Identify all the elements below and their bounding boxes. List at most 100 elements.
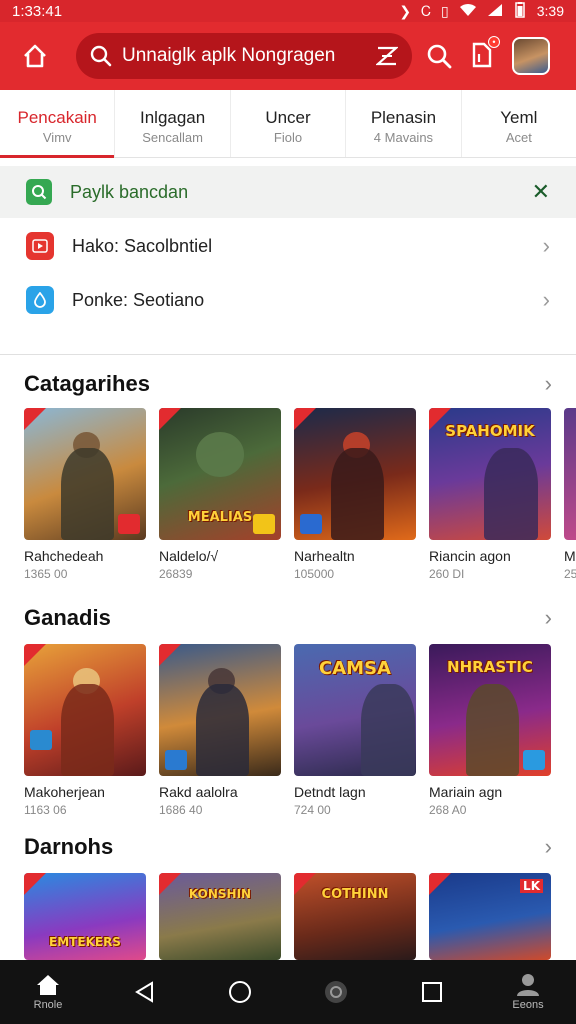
close-icon[interactable]: ✕ — [532, 179, 550, 205]
tab-sublabel: Vimv — [42, 130, 72, 145]
chevron-right-icon: › — [544, 605, 552, 630]
game-card[interactable]: KONSHIN — [159, 873, 281, 960]
assistant-icon — [325, 981, 347, 1003]
nav-back[interactable] — [114, 980, 174, 1004]
badge-mark — [523, 750, 545, 770]
game-count: 1163 06 — [24, 803, 67, 817]
chevron-right-icon: › — [544, 371, 552, 396]
back-triangle-icon — [135, 981, 153, 1003]
character-head — [195, 431, 245, 477]
tab-sublabel: Fiolo — [273, 130, 303, 145]
search-icon — [90, 45, 112, 67]
status-bar: 1:33:41 ❯ Ꮯ ▯ 3:39 — [0, 0, 576, 22]
character-figure — [60, 683, 115, 776]
battery-icon — [513, 1, 527, 21]
game-thumbnail: KONSHIN — [159, 873, 281, 960]
list-item-video[interactable]: Hako: Sacolbntiel › — [0, 219, 576, 273]
game-name: Naldelo/√ — [159, 548, 219, 564]
tab-pencakain[interactable]: Pencakain Vimv — [0, 90, 116, 158]
nav-recents[interactable] — [402, 980, 462, 1004]
game-logo: LK — [520, 879, 543, 893]
suggestion-banner[interactable]: Paylk bancdan ✕ — [0, 166, 576, 218]
list-item-drop[interactable]: Ponke: Seotiano › — [0, 273, 576, 327]
downloads-button[interactable]: • — [470, 35, 500, 73]
game-thumbnail: CAMSA — [294, 644, 416, 776]
section-title: Ganadis — [24, 605, 111, 630]
game-thumbnail — [564, 408, 576, 540]
tab-yeml[interactable]: Yeml Acet — [462, 90, 576, 157]
tab-sublabel: Acet — [505, 130, 532, 145]
status-time-right: 3:39 — [536, 3, 564, 19]
game-card[interactable]: MEALIAS Naldelo/√ 26839 — [159, 408, 281, 588]
tab-sublabel: Sencallam — [142, 130, 203, 145]
game-card[interactable]: COTHINN — [294, 873, 416, 960]
card-row-games: Makoherjean 1163 06 Rakd aalolra 1686 40… — [24, 644, 576, 824]
nav-profile[interactable]: Eeons — [498, 973, 558, 1011]
corner-ribbon — [159, 644, 181, 666]
game-card[interactable]: Narhealtn 105000 — [294, 408, 416, 588]
status-icons: ❯ Ꮯ ▯ 3:39 — [399, 1, 564, 21]
badge-mark — [165, 750, 187, 770]
list-item-label: Hako: Sacolbntiel — [72, 235, 213, 256]
category-tabs: Pencakain Vimv Inlgagan Sencallam Uncer … — [0, 90, 576, 158]
game-logo: NHRASTIC — [447, 658, 533, 676]
nav-home-label: Rnole — [33, 999, 63, 1011]
recents-square-icon — [422, 982, 442, 1002]
search-input[interactable]: Unnaiglk aplk Nongragen — [76, 33, 412, 79]
game-logo: KONSHIN — [188, 887, 252, 901]
bottom-navigation: Rnole Eeons — [0, 960, 576, 1024]
game-name: Makoherjean — [24, 784, 105, 800]
tab-inlgagan[interactable]: Inlgagan Sencallam — [115, 90, 231, 157]
game-card-partial[interactable]: M 25 — [564, 408, 576, 588]
game-count: 260 DI — [429, 567, 465, 581]
scan-icon[interactable] — [376, 45, 398, 67]
game-thumbnail — [24, 644, 146, 776]
corner-ribbon — [24, 644, 46, 666]
game-card[interactable]: EMTEKERS — [24, 873, 146, 960]
game-thumbnail: LK — [429, 873, 551, 960]
character-figure — [330, 447, 385, 540]
section-title: Catagarihes — [24, 371, 150, 396]
nav-home-circle[interactable] — [210, 979, 270, 1005]
home-outline-icon — [24, 44, 46, 68]
tab-label: Plenasin — [370, 108, 437, 127]
tab-label: Inlgagan — [139, 108, 206, 127]
nav-assistant[interactable] — [306, 979, 366, 1005]
section-title: Darnohs — [24, 834, 114, 859]
game-thumbnail: COTHINN — [294, 873, 416, 960]
home-button[interactable] — [10, 31, 60, 81]
section-header-darnohs[interactable]: Darnohs › — [0, 827, 576, 867]
card-row-darnohs: EMTEKERS KONSHIN COTHINN LK — [24, 873, 576, 960]
corner-ribbon — [24, 408, 46, 430]
list-item-label: Ponke: Seotiano — [72, 289, 205, 310]
game-card[interactable]: LK — [429, 873, 551, 960]
nav-home[interactable]: Rnole — [18, 973, 78, 1011]
game-logo: SPAHOMIK — [445, 422, 535, 440]
game-card[interactable]: CAMSA Detndt lagn 724 00 — [294, 644, 416, 824]
tab-uncer[interactable]: Uncer Fiolo — [231, 90, 347, 157]
search-button-icon[interactable] — [426, 43, 452, 69]
game-card[interactable]: SPAHOMIK Riancin agon 260 DI — [429, 408, 551, 588]
corner-ribbon — [294, 408, 316, 430]
game-card[interactable]: Makoherjean 1163 06 — [24, 644, 146, 824]
game-thumbnail — [24, 408, 146, 540]
tab-plenasin[interactable]: Plenasin 4 Mavains — [346, 90, 462, 157]
game-count: 105000 — [294, 567, 335, 581]
character-figure — [60, 447, 115, 540]
tab-label: Pencakain — [17, 108, 97, 127]
drop-icon — [26, 286, 54, 314]
section-header-games[interactable]: Ganadis › — [0, 598, 576, 638]
avatar[interactable] — [512, 37, 550, 75]
game-thumbnail — [294, 408, 416, 540]
wifi-icon — [459, 3, 477, 20]
game-card[interactable]: NHRASTIC Mariain agn 268 A0 — [429, 644, 551, 824]
game-name: Rakd aalolra — [159, 784, 238, 800]
game-thumbnail: SPAHOMIK — [429, 408, 551, 540]
character-figure — [361, 683, 415, 776]
chevron-right-icon: › — [542, 233, 550, 258]
game-card[interactable]: Rahchedeah 1365 00 — [24, 408, 146, 588]
game-thumbnail — [159, 644, 281, 776]
section-header-categories[interactable]: Catagarihes › — [0, 364, 576, 404]
badge-mark — [30, 730, 52, 750]
game-card[interactable]: Rakd aalolra 1686 40 — [159, 644, 281, 824]
